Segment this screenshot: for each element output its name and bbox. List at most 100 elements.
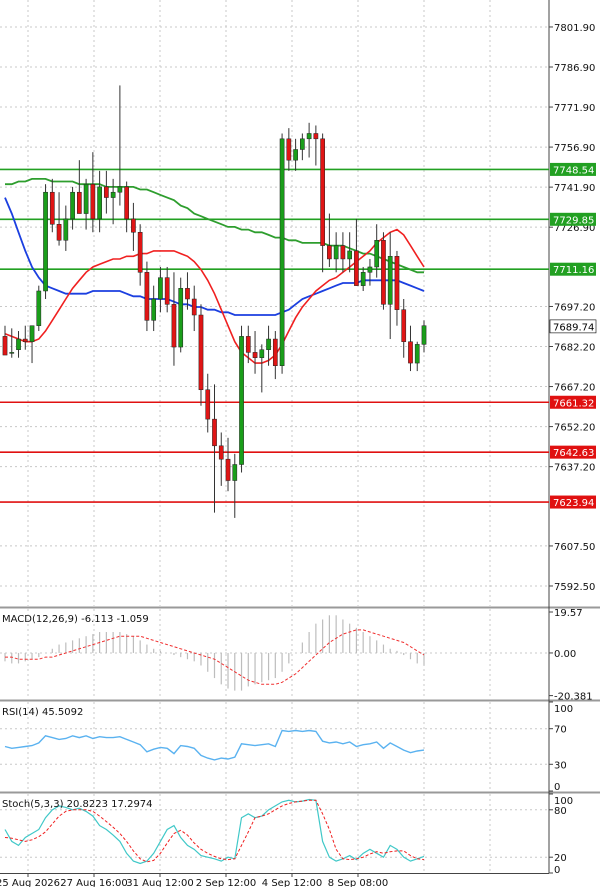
candle-body: [381, 240, 386, 305]
candle-body: [70, 191, 75, 220]
x-tick-label: 31 Aug 12:00: [126, 878, 193, 887]
stoch-label: Stoch(5,3,3) 20.8223 17.2974: [2, 799, 153, 810]
y-tick-label: 70: [554, 725, 567, 736]
candle-body: [279, 138, 285, 366]
y-tick-label: 7756.90: [554, 143, 595, 154]
y-tick-label: 7697.20: [554, 302, 595, 313]
candle-body: [306, 133, 312, 140]
candle-body: [252, 352, 258, 358]
candle-body: [185, 288, 190, 300]
candle-body: [191, 298, 197, 316]
candle-body: [22, 338, 28, 342]
candle-body: [408, 341, 413, 364]
candle-body: [178, 288, 184, 348]
x-tick-label: 25 Aug 2026: [0, 878, 60, 887]
candle-body: [49, 191, 55, 225]
candle-body: [97, 186, 102, 220]
candle-body: [272, 338, 278, 366]
candle-body: [36, 290, 42, 326]
candle-body: [313, 133, 319, 140]
y-tick-label: 7741.90: [554, 183, 595, 194]
candle-body: [16, 338, 21, 350]
candle-body: [164, 277, 170, 305]
candle-body: [76, 191, 82, 214]
candle-body: [158, 277, 163, 300]
candle-body: [43, 191, 48, 292]
y-tick-label: 0: [554, 782, 560, 793]
candle-body: [401, 309, 407, 342]
candle-body: [239, 336, 244, 465]
candle-body: [205, 389, 211, 420]
trading-chart: 7801.90 7786.90 7771.90 7756.90 7741.90 7726.…: [0, 0, 600, 889]
candle-body: [245, 336, 251, 353]
y-tick-label: 100: [554, 704, 573, 715]
support-level-label: 7661.32: [553, 398, 594, 409]
candle-body: [387, 256, 393, 305]
candle-body: [300, 138, 305, 150]
candle-body: [347, 250, 353, 260]
candle-body: [83, 183, 89, 214]
candle-body: [259, 349, 265, 358]
candle-body: [218, 445, 224, 460]
y-tick-label: 7682.20: [554, 343, 595, 354]
candle-body: [90, 183, 96, 220]
candle-body: [137, 232, 143, 273]
y-tick-label: 0: [554, 865, 560, 876]
resistance-level-label: 7748.54: [553, 165, 594, 176]
rsi-line: [4, 729, 425, 761]
y-tick-label: 20: [554, 853, 567, 864]
y-tick-label: 7592.50: [554, 582, 595, 593]
x-tick-label: 8 Sep 08:00: [328, 878, 388, 887]
resistance-level-label: 7711.16: [553, 265, 594, 276]
candle-body: [225, 458, 231, 481]
y-tick-label: 7801.90: [554, 23, 595, 34]
resistance-level-label: 7729.85: [553, 215, 594, 226]
candle-body: [117, 186, 123, 193]
candle-body: [394, 256, 400, 310]
candle-body: [131, 218, 136, 233]
y-tick-label: 7652.20: [554, 423, 595, 434]
x-tick-label: 4 Sep 12:00: [262, 878, 322, 887]
rsi-label: RSI(14) 45.5092: [2, 707, 83, 718]
candle-body: [104, 186, 109, 198]
ma-blue-line: [4, 197, 425, 316]
y-tick-label: 19.57: [554, 608, 583, 619]
y-tick-label: 7607.50: [554, 542, 595, 553]
y-tick-label: 7637.20: [554, 463, 595, 474]
candle-body: [320, 138, 325, 246]
candle-body: [2, 336, 8, 356]
y-tick-label: 80: [554, 806, 567, 817]
candle-body: [414, 344, 420, 364]
ma-red-line: [4, 228, 425, 364]
candle-body: [340, 245, 346, 260]
candle-body: [374, 240, 380, 268]
candle-body: [232, 464, 238, 481]
candle-body: [327, 245, 332, 260]
candle-body: [9, 352, 15, 354]
y-tick-label: 7786.90: [554, 63, 595, 74]
candle-body: [29, 325, 35, 342]
candle-body: [354, 250, 359, 286]
candle-body: [367, 266, 373, 273]
candle-body: [63, 218, 69, 241]
macd-label: MACD(12,26,9) -6.113 -1.059: [2, 614, 149, 625]
y-tick-label: -20.381: [554, 692, 593, 703]
chart-svg: 7801.907786.907771.907756.907741.907726.…: [0, 0, 600, 889]
candle-body: [212, 418, 217, 447]
y-tick-label: 7667.20: [554, 383, 595, 394]
candle-body: [144, 272, 150, 321]
x-tick-label: 27 Aug 16:00: [60, 878, 127, 887]
candle-body: [124, 186, 129, 220]
y-tick-label: 7771.90: [554, 103, 595, 114]
candle-body: [293, 149, 298, 161]
support-level-label: 7642.63: [553, 448, 594, 459]
candle-body: [266, 338, 271, 350]
candle-body: [360, 272, 366, 286]
candle-body: [110, 191, 116, 198]
x-tick-label: 2 Sep 12:00: [196, 878, 256, 887]
y-tick-label: 0.00: [554, 649, 576, 660]
candle-body: [421, 325, 427, 345]
candle-body: [171, 304, 177, 348]
candle-body: [286, 138, 292, 161]
support-level-label: 7623.94: [553, 498, 594, 509]
